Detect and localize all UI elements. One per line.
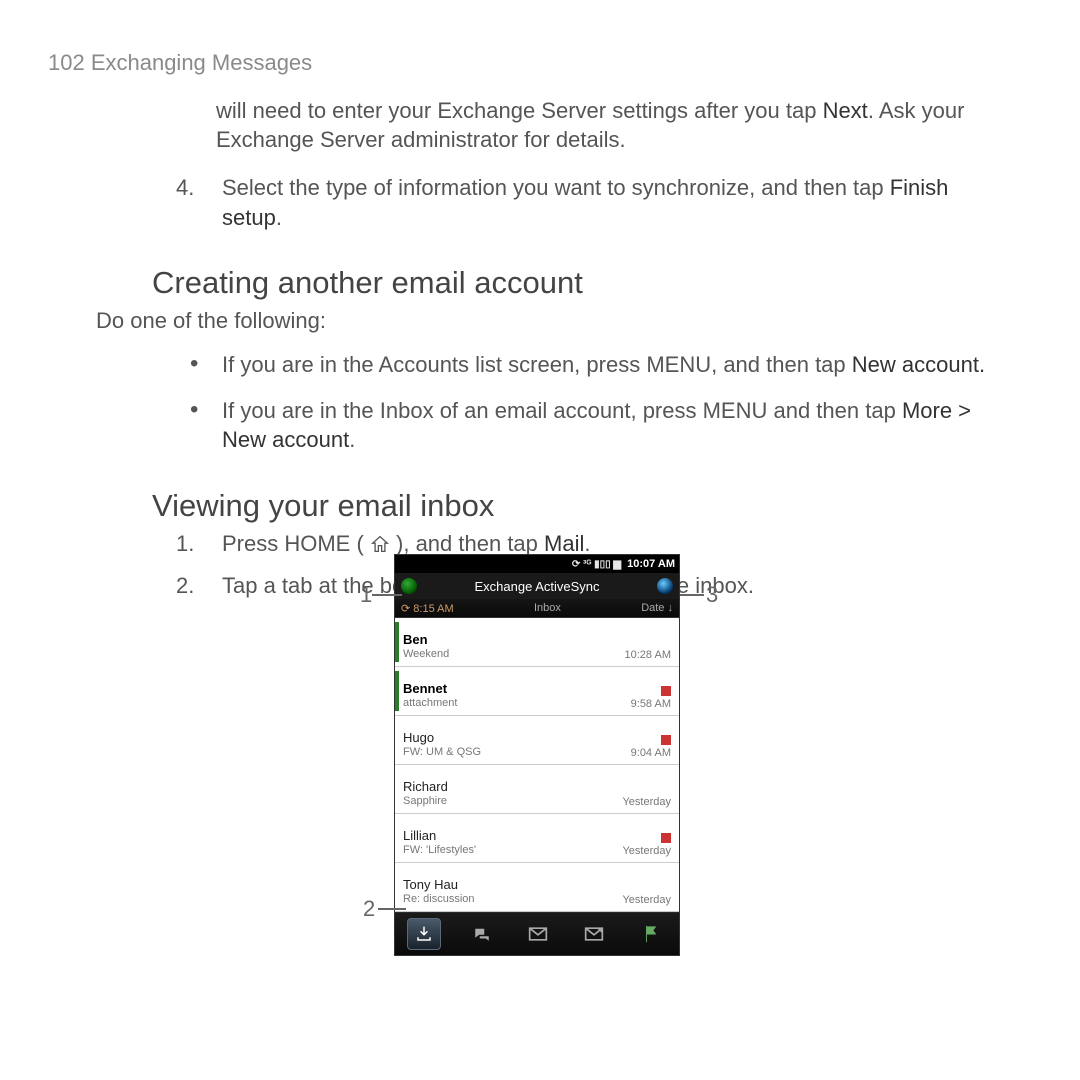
mail-sender: Tony Hau	[403, 877, 475, 893]
status-time: 10:07 AM	[627, 558, 675, 570]
status-icons: ⟳ ³ᴳ ▮▯▯ ▆	[572, 559, 621, 570]
bullet-list: If you are in the Accounts list screen, …	[48, 350, 1028, 455]
text: If you are in the Inbox of an email acco…	[222, 398, 902, 423]
annotation-3: 3	[706, 582, 718, 608]
text: Select the type of information you want …	[222, 175, 890, 200]
mail-title-bar: Exchange ActiveSync	[395, 573, 679, 599]
bullet-2: If you are in the Inbox of an email acco…	[176, 396, 988, 455]
mail-sender: Richard	[403, 779, 448, 795]
tab-flagged-icon[interactable]	[635, 919, 667, 949]
mail-list[interactable]: BenWeekend 10:28 AM Bennetattachment 9:58 A…	[395, 618, 679, 912]
mail-time: 9:04 AM	[631, 747, 671, 759]
flag-icon	[661, 686, 671, 696]
page-header: 102 Exchanging Messages	[48, 48, 1028, 78]
annotation-2: 2	[363, 896, 375, 922]
phone-frame: ⟳ ³ᴳ ▮▯▯ ▆ 10:07 AM Exchange ActiveSync …	[394, 554, 680, 956]
last-sync-time: ⟳ 8:15 AM	[401, 602, 454, 615]
bullet-1: If you are in the Accounts list screen, …	[176, 350, 988, 380]
mail-subject: FW: UM & QSG	[403, 746, 481, 759]
sync-time-text: 8:15 AM	[413, 603, 453, 615]
mail-sender: Hugo	[403, 730, 481, 746]
annotation-1: 1	[360, 582, 372, 608]
mail-row[interactable]: BenWeekend 10:28 AM	[395, 618, 679, 667]
text: .	[584, 531, 590, 556]
leader-2	[378, 908, 406, 910]
continuation-paragraph: will need to enter your Exchange Server …	[216, 96, 1028, 155]
section-heading-view: Viewing your email inbox	[152, 485, 1028, 527]
home-icon	[370, 535, 390, 553]
mail-subject: Weekend	[403, 648, 449, 661]
mail-time: Yesterday	[622, 845, 671, 857]
mail-row[interactable]: HugoFW: UM & QSG 9:04 AM	[395, 716, 679, 765]
flag-icon	[661, 735, 671, 745]
text: ), and then tap	[390, 531, 544, 556]
mail-row[interactable]: RichardSapphire Yesterday	[395, 765, 679, 814]
text: .	[349, 427, 355, 452]
mail-sender: Ben	[403, 632, 449, 648]
step-list-continued: Select the type of information you want …	[48, 173, 1028, 232]
tab-unread-icon[interactable]	[522, 919, 554, 949]
keyword-mail: Mail	[544, 531, 584, 556]
mail-sender: Lillian	[403, 828, 476, 844]
mail-row[interactable]: Tony HauRe: discussion Yesterday	[395, 863, 679, 912]
leader-3	[680, 594, 704, 596]
lead-text: Do one of the following:	[96, 306, 1028, 336]
mail-subject: Sapphire	[403, 795, 448, 808]
mail-time: Yesterday	[622, 894, 671, 906]
tab-received-icon[interactable]	[407, 918, 441, 950]
keyword-next: Next	[823, 98, 868, 123]
sort-label[interactable]: Date ↓	[641, 602, 673, 614]
refresh-icon[interactable]	[657, 578, 673, 594]
tab-conversations-icon[interactable]	[466, 919, 498, 949]
mail-time: Yesterday	[622, 796, 671, 808]
text: will need to enter your Exchange Server …	[216, 98, 823, 123]
mail-row[interactable]: LillianFW: 'Lifestyles' Yesterday	[395, 814, 679, 863]
mail-sub-bar: ⟳ 8:15 AM Inbox Date ↓	[395, 599, 679, 618]
leader-1	[372, 594, 402, 596]
tab-marked-icon[interactable]	[578, 919, 610, 949]
folder-name[interactable]: Inbox	[534, 602, 561, 614]
mail-subject: attachment	[403, 697, 457, 710]
mail-title: Exchange ActiveSync	[474, 579, 599, 594]
flag-icon	[661, 833, 671, 843]
text: Press HOME (	[222, 531, 370, 556]
mail-sender: Bennet	[403, 681, 457, 697]
status-bar: ⟳ ³ᴳ ▮▯▯ ▆ 10:07 AM	[395, 555, 679, 573]
mail-subject: Re: discussion	[403, 893, 475, 906]
mail-subject: FW: 'Lifestyles'	[403, 844, 476, 857]
text: .	[276, 205, 282, 230]
filter-tab-bar	[395, 912, 679, 955]
text: If you are in the Accounts list screen, …	[222, 352, 852, 377]
keyword-new-account: New account.	[852, 352, 985, 377]
mail-row[interactable]: Bennetattachment 9:58 AM	[395, 667, 679, 716]
mail-time: 10:28 AM	[625, 649, 671, 661]
step-4: Select the type of information you want …	[176, 173, 988, 232]
account-switcher-icon[interactable]	[401, 578, 417, 594]
section-heading-create: Creating another email account	[152, 262, 1028, 304]
phone-screenshot: ⟳ ³ᴳ ▮▯▯ ▆ 10:07 AM Exchange ActiveSync …	[394, 554, 678, 956]
manual-page: 102 Exchanging Messages will need to ent…	[0, 0, 1080, 600]
mail-time: 9:58 AM	[631, 698, 671, 710]
